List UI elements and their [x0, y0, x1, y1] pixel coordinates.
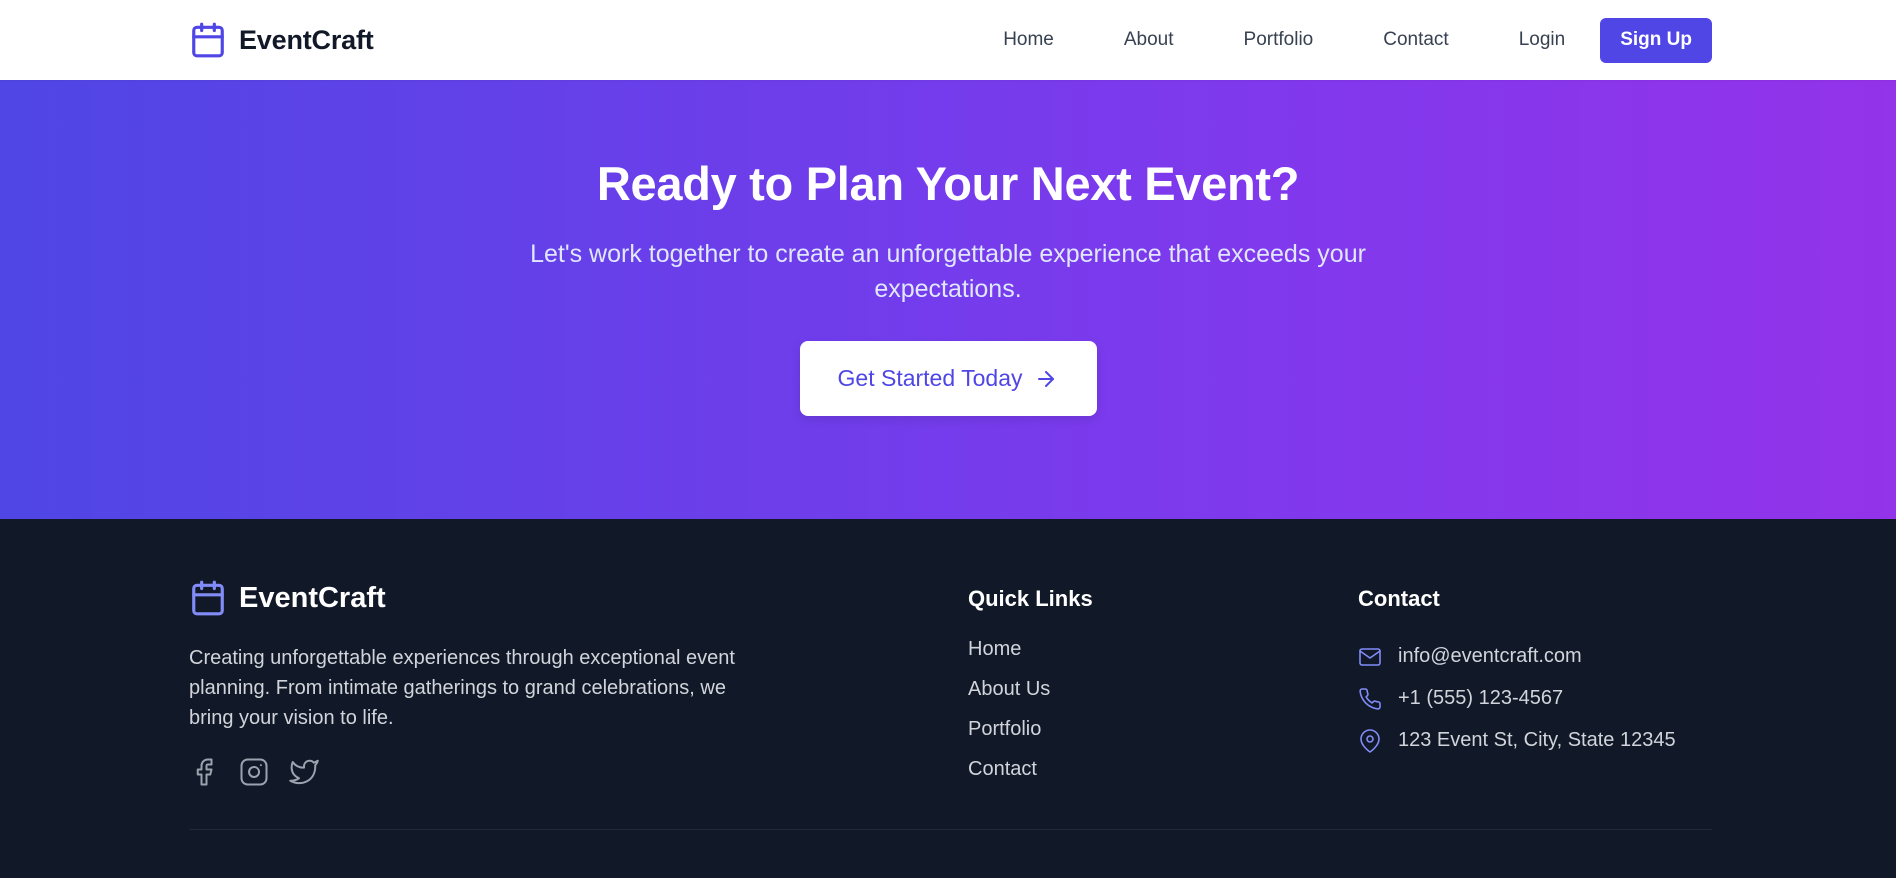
contact-phone: +1 (555) 123-4567: [1398, 687, 1564, 709]
instagram-icon[interactable]: [239, 757, 269, 787]
contact-list: info@eventcraft.com +1 (555) 123-4567 12…: [1358, 634, 1712, 763]
mail-icon: [1358, 645, 1382, 669]
hero-title: Ready to Plan Your Next Event?: [596, 157, 1300, 210]
login-link[interactable]: Login: [1519, 29, 1566, 51]
contact-email-row[interactable]: info@eventcraft.com: [1358, 634, 1712, 679]
footer-link-contact[interactable]: Contact: [968, 757, 1358, 797]
top-navbar: EventCraft Home About Portfolio Contact …: [0, 0, 1896, 80]
quick-links-list: Home About Us Portfolio Contact: [968, 637, 1358, 797]
brand-name: EventCraft: [239, 24, 374, 55]
footer-link-portfolio[interactable]: Portfolio: [968, 717, 1358, 757]
footer-contact-column: Contact info@eventcraft.com +1 (555) 123…: [1358, 579, 1712, 797]
contact-address: 123 Event St, City, State 12345: [1398, 729, 1676, 751]
nav-link-about[interactable]: About: [1124, 29, 1174, 51]
footer-quick-links-column: Quick Links Home About Us Portfolio Cont…: [968, 579, 1358, 797]
cta-hero-section: Ready to Plan Your Next Event? Let's wor…: [0, 80, 1896, 519]
nav-links: Home About Portfolio Contact Login Sign …: [1003, 17, 1712, 63]
footer-link-about-us[interactable]: About Us: [968, 677, 1358, 717]
twitter-icon[interactable]: [289, 757, 319, 787]
footer-description: Creating unforgettable experiences throu…: [189, 647, 735, 729]
brand-logo[interactable]: EventCraft: [189, 21, 374, 59]
contact-title: Contact: [1358, 586, 1440, 611]
arrow-right-icon: [1038, 370, 1055, 387]
get-started-label: Get Started Today: [837, 365, 1023, 391]
get-started-button[interactable]: Get Started Today: [799, 341, 1097, 416]
nav-link-home[interactable]: Home: [1003, 29, 1054, 51]
footer-divider: [189, 829, 1712, 830]
quick-links-title: Quick Links: [968, 586, 1093, 611]
footer-brand-name: EventCraft: [239, 581, 386, 614]
nav-link-contact[interactable]: Contact: [1383, 29, 1448, 51]
hero-subtitle: Let's work together to create an unforge…: [530, 240, 1366, 303]
contact-email: info@eventcraft.com: [1398, 645, 1582, 667]
sign-up-button[interactable]: Sign Up: [1600, 17, 1712, 63]
contact-address-row: 123 Event St, City, State 12345: [1358, 718, 1712, 763]
nav-link-portfolio[interactable]: Portfolio: [1244, 29, 1314, 51]
contact-phone-row[interactable]: +1 (555) 123-4567: [1358, 676, 1712, 721]
site-footer: EventCraft Creating unforgettable experi…: [0, 519, 1896, 878]
footer-brand: EventCraft: [189, 579, 968, 617]
map-pin-icon: [1358, 728, 1382, 753]
calendar-icon: [189, 21, 227, 59]
phone-icon: [1358, 687, 1382, 711]
calendar-icon: [189, 579, 227, 617]
footer-link-home[interactable]: Home: [968, 637, 1358, 677]
facebook-icon[interactable]: [189, 757, 219, 787]
footer-about-column: EventCraft Creating unforgettable experi…: [189, 579, 968, 797]
social-links: [189, 757, 968, 787]
